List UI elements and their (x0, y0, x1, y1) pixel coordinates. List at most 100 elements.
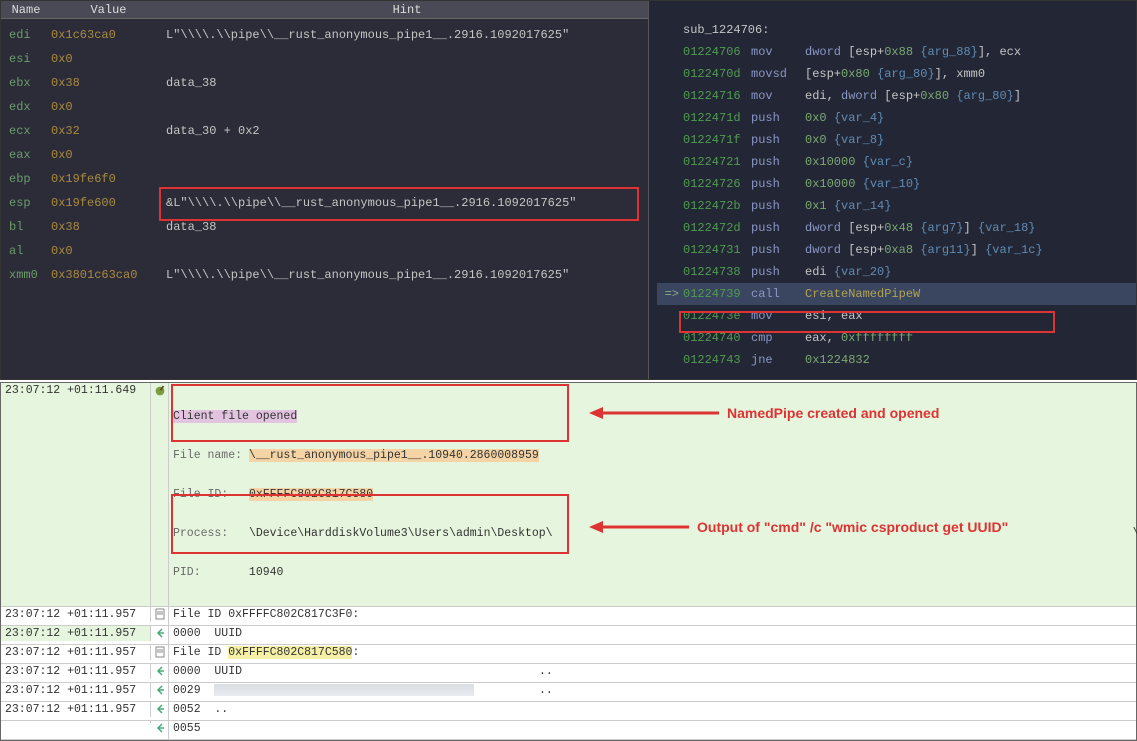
disasm-panel: sub_1224706: 01224706 mov dword [esp+0x8… (649, 1, 1136, 379)
reg-value: 0x0 (51, 146, 166, 164)
disasm-row[interactable]: 01224738 push edi {var_20} (657, 261, 1136, 283)
annotation: NamedPipe created and opened (589, 405, 939, 421)
log-row[interactable]: 23:07:12 +01:11.957File ID 0xFFFFC802C81… (1, 645, 1136, 664)
mnemonic: push (751, 219, 805, 237)
addr: 01224706 (683, 43, 751, 61)
reg-value: 0x38 (51, 218, 166, 236)
reg-hint (166, 50, 648, 68)
mnemonic: mov (751, 43, 805, 61)
register-row[interactable]: bl0x38data_38 (1, 215, 648, 239)
reg-value: 0x19fe6f0 (51, 170, 166, 188)
register-row[interactable]: ecx0x32data_30 + 0x2 (1, 119, 648, 143)
reg-name: ecx (1, 122, 51, 140)
log-body: File ID 0xFFFFC802C817C3F0: (169, 607, 1136, 622)
reg-name: esp (1, 194, 51, 212)
register-row[interactable]: eax0x0 (1, 143, 648, 167)
addr: 01224721 (683, 153, 751, 171)
sub-label: sub_1224706: (683, 21, 769, 39)
disasm-row[interactable]: 01224743 jne 0x1224832 (657, 349, 1136, 371)
current-arrow-icon (657, 197, 683, 215)
mnemonic: push (751, 175, 805, 193)
reg-name: xmm0 (1, 266, 51, 284)
operands: dword [esp+0xa8 {arg11}] {var_1c} (805, 241, 1043, 259)
operands: eax, 0xffffffff (805, 329, 913, 347)
log-time: 23:07:12 +01:11.649 (1, 383, 151, 606)
col-hint[interactable]: Hint (166, 3, 648, 17)
reg-name: edi (1, 26, 51, 44)
disasm-row[interactable]: 0122472b push 0x1 {var_14} (657, 195, 1136, 217)
disasm-row[interactable]: 01224721 push 0x10000 {var_c} (657, 151, 1136, 173)
addr: 01224743 (683, 351, 751, 369)
col-name[interactable]: Name (1, 3, 51, 17)
reg-value: 0x19fe600 (51, 194, 166, 212)
current-arrow-icon (657, 263, 683, 281)
mnemonic: push (751, 153, 805, 171)
current-arrow-icon (657, 153, 683, 171)
register-row[interactable]: esi0x0 (1, 47, 648, 71)
reg-name: bl (1, 218, 51, 236)
log-row[interactable]: 23:07:12 +01:11.9570029 .. (1, 683, 1136, 702)
disasm-row[interactable]: 01224731 push dword [esp+0xa8 {arg11}] {… (657, 239, 1136, 261)
addr: 01224731 (683, 241, 751, 259)
disasm-row[interactable]: 01224726 push 0x10000 {var_10} (657, 173, 1136, 195)
log-row[interactable]: 23:07:12 +01:11.649 Client file opened F… (1, 383, 1136, 607)
log-row[interactable]: 23:07:12 +01:11.957File ID 0xFFFFC802C81… (1, 607, 1136, 626)
disasm-body: 01224706 mov dword [esp+0x88 {arg_88}], … (657, 41, 1136, 371)
mnemonic: movsd (751, 65, 805, 83)
log-body: 0052 .. (169, 702, 1136, 717)
current-arrow-icon (657, 175, 683, 193)
addr: 01224740 (683, 329, 751, 347)
reg-hint (166, 146, 648, 164)
disasm-row[interactable]: 0122472d push dword [esp+0x48 {arg7}] {v… (657, 217, 1136, 239)
arrow-left-icon (151, 664, 169, 682)
register-row[interactable]: al0x0 (1, 239, 648, 263)
disasm-row[interactable]: 01224716 mov edi, dword [esp+0x80 {arg_8… (657, 85, 1136, 107)
log-body: File ID 0xFFFFC802C817C580: (169, 645, 1136, 660)
mnemonic: push (751, 263, 805, 281)
register-row[interactable]: edi0x1c63ca0L"\\\\.\\pipe\\__rust_anonym… (1, 23, 648, 47)
disasm-row[interactable]: 0122470d movsd [esp+0x80 {arg_80}], xmm0 (657, 63, 1136, 85)
mnemonic: cmp (751, 329, 805, 347)
operands: 0x1 {var_14} (805, 197, 891, 215)
register-row[interactable]: xmm00x3801c63ca0L"\\\\.\\pipe\\__rust_an… (1, 263, 648, 287)
arrow-left-icon (589, 405, 719, 421)
disasm-row[interactable]: =>01224739 call CreateNamedPipeW (657, 283, 1136, 305)
mnemonic: push (751, 197, 805, 215)
disasm-row[interactable]: 0122471d push 0x0 {var_4} (657, 107, 1136, 129)
addr: 01224739 (683, 285, 751, 303)
log-row[interactable]: 23:07:12 +01:11.957 0000 UUID.. (1, 664, 1136, 683)
addr: 0122473e (683, 307, 751, 325)
log-time: 23:07:12 +01:11.957 (1, 702, 151, 717)
register-row[interactable]: esp0x19fe600&L"\\\\.\\pipe\\__rust_anony… (1, 191, 648, 215)
log-time: 23:07:12 +01:11.957 (1, 664, 151, 679)
reg-name: esi (1, 50, 51, 68)
current-arrow-icon (657, 87, 683, 105)
disasm-row[interactable]: 0122471f push 0x0 {var_8} (657, 129, 1136, 151)
annotation: Output of "cmd" /c "wmic csproduct get U… (589, 519, 1008, 535)
reg-value: 0x3801c63ca0 (51, 266, 166, 284)
log-row[interactable]: 23:07:12 +01:11.9570000 UUID (1, 626, 1136, 645)
log-row[interactable]: 0055 (1, 721, 1136, 740)
addr: 0122472d (683, 219, 751, 237)
reg-value: 0x38 (51, 74, 166, 92)
mnemonic: call (751, 285, 805, 303)
reg-name: eax (1, 146, 51, 164)
disasm-row[interactable]: 01224706 mov dword [esp+0x88 {arg_88}], … (657, 41, 1136, 63)
reg-value: 0x1c63ca0 (51, 26, 166, 44)
mnemonic: jne (751, 351, 805, 369)
register-row[interactable]: ebp0x19fe6f0 (1, 167, 648, 191)
addr: 01224716 (683, 87, 751, 105)
disasm-label-row: sub_1224706: (657, 19, 1136, 41)
register-row[interactable]: ebx0x38data_38 (1, 71, 648, 95)
disasm-row[interactable]: 0122473e mov esi, eax (657, 305, 1136, 327)
log-body: 0000 UUID.. (169, 664, 1136, 679)
register-row[interactable]: edx0x0 (1, 95, 648, 119)
log-row[interactable]: 23:07:12 +01:11.957 0052 .. (1, 702, 1136, 721)
arrow-left-icon (151, 721, 169, 739)
mnemonic: mov (751, 307, 805, 325)
col-value[interactable]: Value (51, 3, 166, 17)
registers-body: edi0x1c63ca0L"\\\\.\\pipe\\__rust_anonym… (1, 19, 648, 291)
operands: CreateNamedPipeW (805, 285, 920, 303)
reg-name: al (1, 242, 51, 260)
disasm-row[interactable]: 01224740 cmp eax, 0xffffffff (657, 327, 1136, 349)
